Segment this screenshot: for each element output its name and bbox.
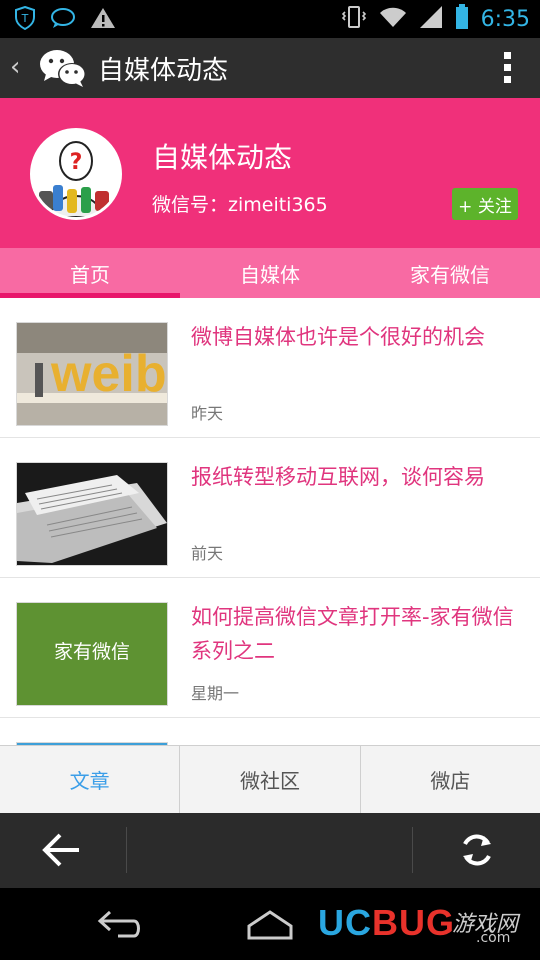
divider (412, 827, 413, 873)
chat-bubble-icon (50, 7, 76, 33)
profile-header: ? 自媒体动态 微信号：zimeiti365 + 关注 (0, 98, 540, 248)
tab-home-wechat[interactable]: 家有微信 (360, 248, 540, 298)
tab-self-media[interactable]: 自媒体 (180, 248, 360, 298)
overflow-menu-icon[interactable] (504, 52, 512, 88)
list-item[interactable]: 报纸转型移动互联网，谈何容易 前天 (0, 438, 540, 578)
thumb-text: 家有微信 (53, 641, 130, 663)
list-item[interactable]: 家有微信 如何提高微信文章打开率-家有微信系列之二 星期一 (0, 578, 540, 718)
divider (126, 827, 127, 873)
tab-home[interactable]: 首页 (0, 248, 180, 298)
battery-icon (455, 4, 469, 34)
article-title[interactable]: 微博自媒体也许是个很好的机会 (191, 320, 521, 354)
list-item[interactable]: weibo 微博自媒体也许是个很好的机会 昨天 (0, 298, 540, 438)
watermark-logo: UCBUG (318, 902, 455, 943)
tab-bar: 首页 自媒体 家有微信 (0, 248, 540, 298)
bottom-menu: 文章 微社区 微店 (0, 745, 540, 813)
list-item[interactable] (0, 718, 540, 745)
nav-home-icon[interactable] (246, 908, 294, 946)
menu-shop[interactable]: 微店 (361, 746, 540, 813)
page-title: 自媒体动态 (98, 56, 229, 86)
wechat-logo-icon (38, 47, 88, 93)
profile-name: 自媒体动态 (152, 141, 293, 174)
warning-icon (90, 6, 116, 34)
title-bar: ‹ 自媒体动态 (0, 38, 540, 98)
weibo-sign-image: weibo (16, 322, 168, 426)
system-nav-bar: UCBUG 游戏网 .com (0, 888, 540, 960)
follow-button[interactable]: + 关注 (452, 188, 518, 220)
refresh-icon[interactable] (456, 829, 498, 875)
article-time: 星期一 (191, 684, 240, 703)
status-bar: T 6:35 (0, 0, 540, 38)
article-list: weibo 微博自媒体也许是个很好的机会 昨天 (0, 298, 540, 745)
watermark-domain: .com (476, 930, 511, 946)
nav-back-icon[interactable] (96, 908, 144, 946)
back-chevron-icon[interactable]: ‹ (10, 52, 20, 82)
shield-icon: T (14, 5, 36, 34)
menu-articles[interactable]: 文章 (0, 746, 181, 813)
svg-text:T: T (21, 12, 29, 25)
article-time: 昨天 (191, 404, 224, 423)
back-arrow-icon[interactable] (40, 831, 82, 873)
article-time: 前天 (191, 544, 224, 563)
browser-bar (0, 813, 540, 888)
wifi-icon (379, 5, 407, 33)
avatar: ? (30, 128, 122, 220)
vibrate-icon (341, 4, 367, 34)
article-title[interactable]: 如何提高微信文章打开率-家有微信系列之二 (191, 600, 521, 668)
wechat-id: 微信号：zimeiti365 (152, 194, 328, 216)
green-card-image: 家有微信 (16, 602, 168, 706)
clock-time: 6:35 (480, 6, 530, 32)
thumb-text: weibo (50, 345, 167, 403)
newspapers-image (16, 462, 168, 566)
menu-community[interactable]: 微社区 (180, 746, 361, 813)
svg-text:?: ? (70, 150, 83, 175)
signal-icon (419, 5, 443, 33)
article-title[interactable]: 报纸转型移动互联网，谈何容易 (191, 460, 521, 494)
